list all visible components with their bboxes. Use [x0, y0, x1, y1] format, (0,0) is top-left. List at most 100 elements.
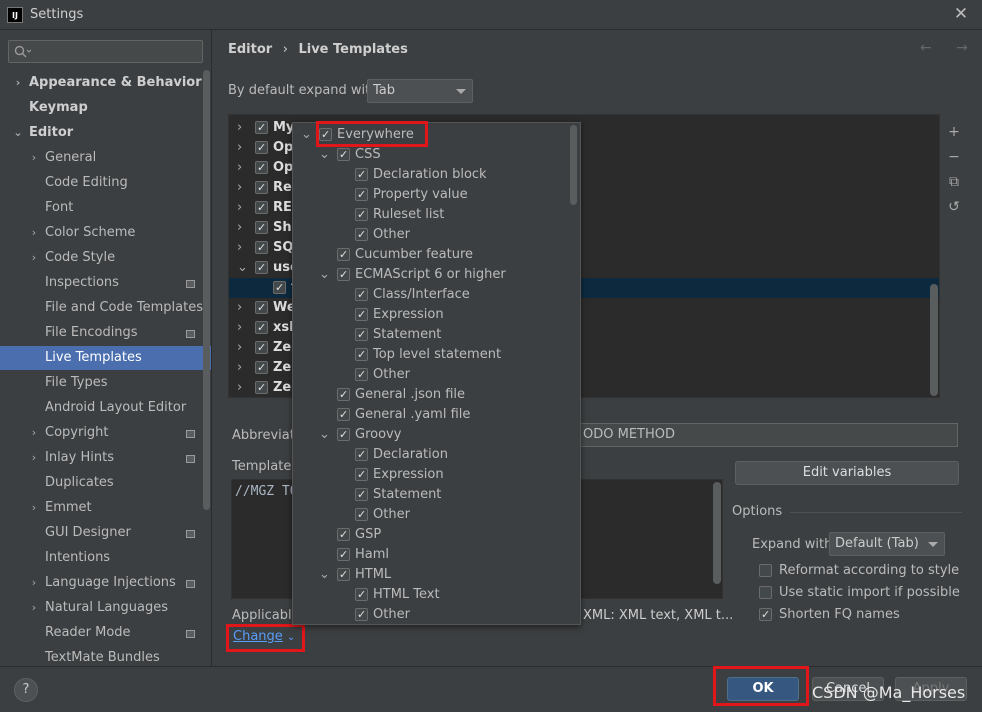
sidebar-item-keymap[interactable]: Keymap — [0, 96, 200, 120]
template-checkbox[interactable] — [255, 121, 268, 134]
chevron-right-icon[interactable]: › — [29, 596, 39, 620]
context-item-groovy[interactable]: ⌄ Groovy — [293, 425, 568, 445]
sidebar-item-reader-mode[interactable]: Reader Mode — [0, 621, 200, 645]
context-item-other[interactable]: Other — [293, 365, 568, 385]
context-checkbox[interactable] — [355, 328, 368, 341]
sidebar-item-live-templates[interactable]: Live Templates — [0, 346, 211, 370]
chevron-right-icon[interactable]: › — [13, 71, 23, 95]
template-checkbox[interactable] — [255, 361, 268, 374]
nav-arrows[interactable]: ← → — [920, 40, 978, 56]
context-checkbox[interactable] — [355, 608, 368, 621]
sidebar-item-emmet[interactable]: Emmet › — [0, 496, 200, 520]
context-item-other[interactable]: Other — [293, 605, 568, 624]
context-checkbox[interactable] — [337, 268, 350, 281]
context-checkbox[interactable] — [355, 168, 368, 181]
chevron-right-icon[interactable]: › — [237, 178, 242, 198]
chevron-right-icon[interactable]: › — [29, 146, 39, 170]
sidebar-item-color-scheme[interactable]: Color Scheme › — [0, 221, 200, 245]
template-tree-scrollbar[interactable] — [930, 284, 938, 396]
template-checkbox[interactable] — [255, 301, 268, 314]
chevron-down-icon[interactable]: ⌄ — [319, 145, 330, 165]
context-item-statement[interactable]: Statement — [293, 485, 568, 505]
static-import-checkbox[interactable] — [759, 586, 772, 599]
sidebar-item-duplicates[interactable]: Duplicates — [0, 471, 200, 495]
context-item-property-value[interactable]: Property value — [293, 185, 568, 205]
template-checkbox[interactable] — [255, 181, 268, 194]
sidebar-item-inspections[interactable]: Inspections — [0, 271, 200, 295]
context-checkbox[interactable] — [337, 568, 350, 581]
chevron-right-icon[interactable]: › — [237, 118, 242, 138]
close-icon[interactable]: ✕ — [950, 3, 972, 25]
context-checkbox[interactable] — [337, 248, 350, 261]
chevron-right-icon[interactable]: › — [29, 221, 39, 245]
edit-variables-button[interactable]: Edit variables — [735, 461, 959, 485]
sidebar-item-intentions[interactable]: Intentions — [0, 546, 200, 570]
template-checkbox[interactable] — [273, 281, 286, 294]
sidebar-item-inlay-hints[interactable]: Inlay Hints › — [0, 446, 200, 470]
chevron-down-icon[interactable]: ⌄ — [319, 265, 330, 285]
chevron-right-icon[interactable]: › — [237, 318, 242, 338]
template-checkbox[interactable] — [255, 321, 268, 334]
context-checkbox[interactable] — [355, 228, 368, 241]
chevron-right-icon[interactable]: › — [237, 218, 242, 238]
context-checkbox[interactable] — [355, 288, 368, 301]
sidebar-item-code-style[interactable]: Code Style › — [0, 246, 200, 270]
sidebar-item-code-editing[interactable]: Code Editing — [0, 171, 200, 195]
chevron-down-icon[interactable]: ⌄ — [301, 125, 312, 145]
sidebar-item-language-injections[interactable]: Language Injections › — [0, 571, 200, 595]
sidebar-scrollbar[interactable] — [203, 70, 210, 510]
sidebar-item-gui-designer[interactable]: GUI Designer — [0, 521, 200, 545]
context-item-ruleset-list[interactable]: Ruleset list — [293, 205, 568, 225]
expand-select[interactable]: Tab — [367, 79, 473, 103]
context-item-css[interactable]: ⌄ CSS — [293, 145, 568, 165]
remove-icon[interactable]: − — [946, 149, 962, 165]
add-icon[interactable]: + — [946, 124, 962, 140]
reformat-checkbox[interactable] — [759, 564, 772, 577]
chevron-down-icon[interactable]: ⌄ — [319, 565, 330, 585]
context-item-top-level-statement[interactable]: Top level statement — [293, 345, 568, 365]
chevron-down-icon[interactable]: ⌄ — [237, 258, 248, 278]
template-checkbox[interactable] — [255, 141, 268, 154]
context-item-general-yaml-file[interactable]: General .yaml file — [293, 405, 568, 425]
sidebar-item-file-and-code-templates[interactable]: File and Code Templates — [0, 296, 203, 320]
context-item-declaration-block[interactable]: Declaration block — [293, 165, 568, 185]
context-checkbox[interactable] — [355, 348, 368, 361]
context-checkbox[interactable] — [355, 308, 368, 321]
chevron-down-icon[interactable]: ⌄ — [319, 425, 330, 445]
context-item-statement[interactable]: Statement — [293, 325, 568, 345]
search-input[interactable] — [8, 40, 203, 63]
popup-scrollbar[interactable] — [570, 125, 577, 205]
context-checkbox[interactable] — [355, 368, 368, 381]
context-checkbox[interactable] — [337, 388, 350, 401]
expand-with-select[interactable]: Default (Tab) — [829, 532, 945, 556]
shorten-fq-checkbox[interactable] — [759, 608, 772, 621]
template-checkbox[interactable] — [255, 161, 268, 174]
chevron-right-icon[interactable]: › — [237, 298, 242, 318]
sidebar-item-copyright[interactable]: Copyright › — [0, 421, 200, 445]
template-checkbox[interactable] — [255, 381, 268, 394]
context-item-haml[interactable]: Haml — [293, 545, 568, 565]
template-checkbox[interactable] — [255, 261, 268, 274]
context-checkbox[interactable] — [337, 528, 350, 541]
context-item-expression[interactable]: Expression — [293, 305, 568, 325]
context-item-gsp[interactable]: GSP — [293, 525, 568, 545]
template-checkbox[interactable] — [255, 241, 268, 254]
revert-icon[interactable]: ↺ — [946, 199, 962, 215]
context-checkbox[interactable] — [337, 148, 350, 161]
context-checkbox[interactable] — [355, 448, 368, 461]
sidebar-item-appearance-behavior[interactable]: Appearance & Behavior › — [0, 71, 202, 95]
chevron-right-icon[interactable]: › — [237, 358, 242, 378]
help-button[interactable]: ? — [14, 678, 38, 702]
sidebar-item-natural-languages[interactable]: Natural Languages › — [0, 596, 200, 620]
template-checkbox[interactable] — [255, 221, 268, 234]
chevron-right-icon[interactable]: › — [29, 421, 39, 445]
context-item-expression[interactable]: Expression — [293, 465, 568, 485]
context-checkbox[interactable] — [355, 468, 368, 481]
template-checkbox[interactable] — [255, 341, 268, 354]
sidebar-item-font[interactable]: Font — [0, 196, 200, 220]
chevron-right-icon[interactable]: › — [237, 158, 242, 178]
context-checkbox[interactable] — [355, 588, 368, 601]
context-item-other[interactable]: Other — [293, 505, 568, 525]
breadcrumb-parent[interactable]: Editor — [228, 42, 272, 57]
context-popup[interactable]: ⌄Everywhere⌄CSSDeclaration blockProperty… — [292, 122, 581, 625]
